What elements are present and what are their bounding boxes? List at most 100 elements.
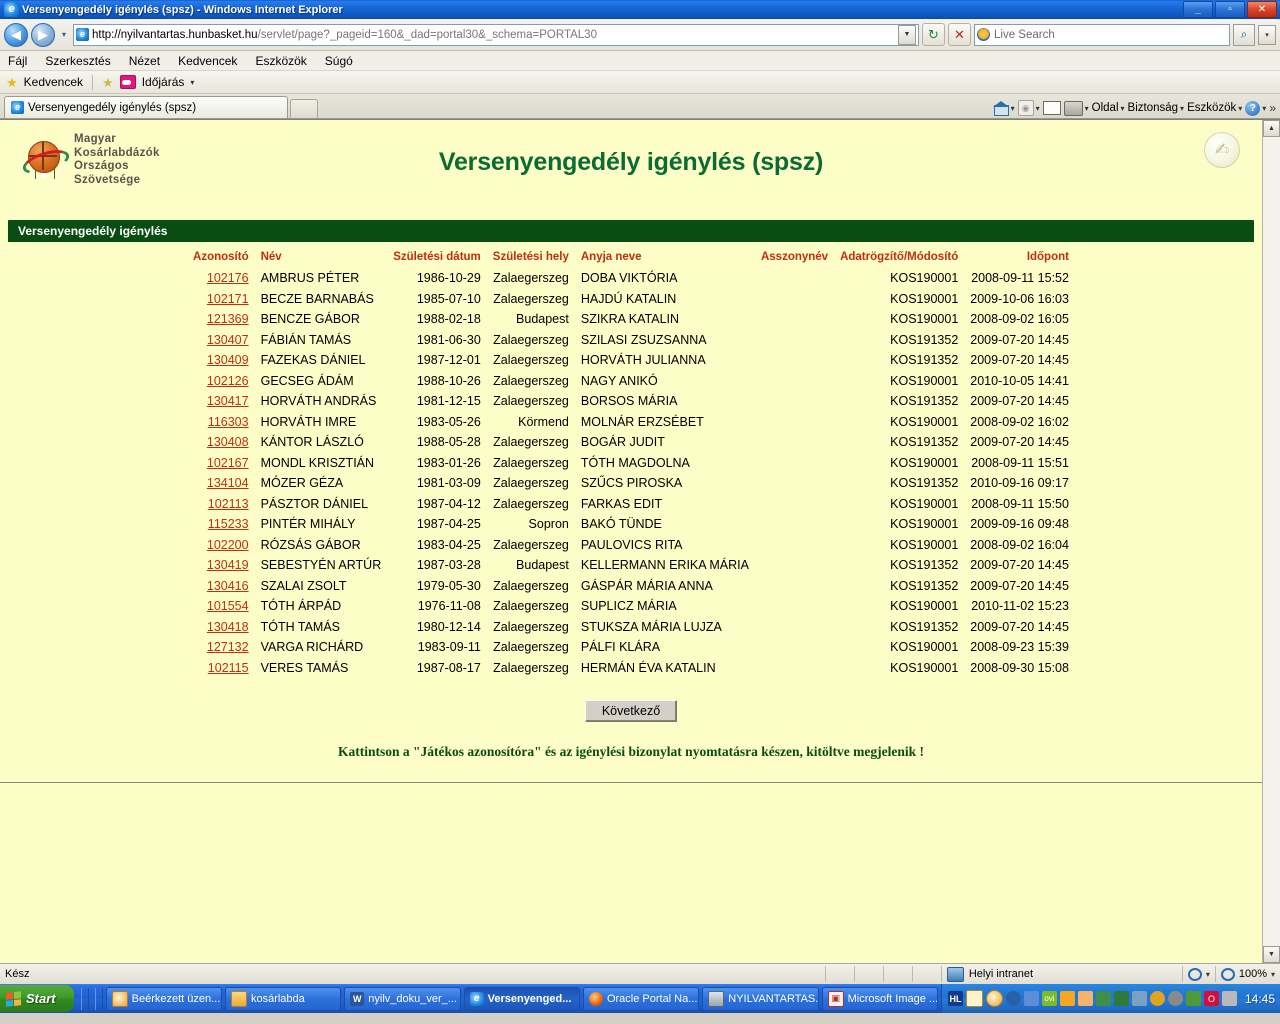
help-menu[interactable]: ? ▾ (1245, 100, 1266, 116)
player-id-anchor[interactable]: 130419 (207, 558, 249, 572)
player-id-anchor[interactable]: 102167 (207, 456, 249, 470)
column-header-idopont[interactable]: Időpont (964, 251, 1075, 268)
opera-icon[interactable]: O (1203, 991, 1219, 1006)
player-id-link[interactable]: 102126 (187, 371, 255, 392)
sync-icon[interactable] (1185, 991, 1201, 1006)
maximize-button[interactable]: ▫ (1215, 1, 1245, 18)
network-disconnected-icon[interactable] (1221, 991, 1237, 1006)
next-button[interactable]: Következő (584, 700, 678, 722)
player-id-link[interactable]: 130409 (187, 350, 255, 371)
player-id-anchor[interactable]: 134104 (207, 476, 249, 490)
column-header-asszonynev[interactable]: Asszonynév (755, 251, 834, 268)
taskbar-item[interactable]: kosárlabda (224, 986, 342, 1011)
search-provider-dropdown-icon[interactable]: ▾ (1258, 24, 1276, 45)
tab-versenyengedely[interactable]: e Versenyengedély igénylés (spsz) (4, 96, 288, 118)
protected-mode-indicator[interactable]: ▾ (1183, 966, 1216, 982)
player-id-anchor[interactable]: 102113 (208, 497, 249, 511)
player-id-anchor[interactable]: 130418 (207, 620, 249, 634)
taskbar-clock[interactable]: 14:45 (1245, 992, 1275, 1006)
home-chevron-down-icon[interactable]: ▾ (1011, 104, 1015, 113)
stop-button[interactable]: ✕ (948, 23, 971, 46)
favorites-button[interactable]: Kedvencek (24, 75, 83, 89)
menu-item-eszkozok[interactable]: Eszközök (255, 54, 306, 68)
player-id-anchor[interactable]: 102115 (208, 661, 249, 675)
player-id-link[interactable]: 130419 (187, 555, 255, 576)
protected-mode-chevron-down-icon[interactable]: ▾ (1206, 970, 1210, 979)
player-id-anchor[interactable]: 116303 (208, 415, 249, 429)
pen-icon[interactable] (1131, 991, 1147, 1006)
back-button[interactable]: ◀ (4, 22, 28, 47)
mail-button[interactable] (1042, 101, 1061, 115)
player-id-link[interactable]: 130416 (187, 576, 255, 597)
player-id-anchor[interactable]: 102126 (207, 374, 249, 388)
player-id-link[interactable]: 130407 (187, 330, 255, 351)
column-header-azonosito[interactable]: Azonosító (187, 251, 255, 268)
player-id-anchor[interactable]: 102171 (207, 292, 249, 306)
player-id-link[interactable]: 130408 (187, 432, 255, 453)
player-id-anchor[interactable]: 130408 (207, 435, 249, 449)
envelope-icon[interactable] (965, 990, 983, 1007)
menu-item-sugo[interactable]: Súgó (325, 54, 353, 68)
player-id-link[interactable]: 121369 (187, 309, 255, 330)
taskbar-item[interactable]: Beérkezett üzen... (105, 986, 222, 1011)
refresh-button[interactable]: ↻ (922, 23, 945, 46)
player-id-link[interactable]: 102171 (187, 289, 255, 310)
player-id-link[interactable]: 115233 (187, 514, 255, 535)
new-tab-button[interactable] (290, 99, 318, 118)
zoom-chevron-down-icon[interactable]: ▾ (1271, 970, 1275, 979)
player-id-link[interactable]: 127132 (187, 637, 255, 658)
messenger-icon[interactable] (985, 990, 1003, 1007)
ovi-icon[interactable]: ovi (1041, 991, 1057, 1006)
search-go-button[interactable]: ⌕ (1233, 23, 1255, 46)
print-chevron-down-icon[interactable]: ▾ (1085, 104, 1089, 113)
shield-tray-icon[interactable] (1095, 991, 1111, 1006)
settings-tray-icon[interactable] (1149, 991, 1165, 1006)
column-header-szuletesi-hely[interactable]: Születési hely (487, 251, 575, 268)
player-id-anchor[interactable]: 102176 (207, 271, 249, 285)
player-id-anchor[interactable]: 127132 (207, 640, 249, 654)
print-button[interactable]: ▾ (1063, 100, 1089, 116)
taskbar-item[interactable]: e Versenyenged... (463, 986, 580, 1011)
player-id-anchor[interactable]: 130409 (207, 353, 249, 367)
security-zone[interactable]: Helyi intranet (942, 966, 1183, 982)
scroll-up-button[interactable]: ▲ (1263, 120, 1280, 137)
player-id-link[interactable]: 102167 (187, 453, 255, 474)
player-id-link[interactable]: 130418 (187, 617, 255, 638)
page-menu[interactable]: Oldal ▾ (1092, 102, 1125, 114)
player-id-anchor[interactable]: 130417 (207, 394, 249, 408)
forward-button[interactable]: ▶ (31, 22, 55, 47)
recent-pages-dropdown-icon[interactable]: ▾ (58, 30, 70, 39)
home-button[interactable]: ▾ (992, 101, 1015, 116)
add-to-favorites-icon[interactable]: ★ (102, 76, 114, 89)
address-dropdown-icon[interactable]: ▼ (898, 24, 916, 45)
column-header-anyja-neve[interactable]: Anyja neve (575, 251, 755, 268)
start-button[interactable]: Start (0, 985, 74, 1012)
safety-menu[interactable]: Biztonság ▾ (1128, 102, 1185, 114)
player-id-anchor[interactable]: 115233 (208, 517, 249, 531)
page-vertical-scrollbar[interactable]: ▲ ▼ (1262, 120, 1280, 963)
command-bar-overflow-button[interactable]: » (1269, 101, 1276, 115)
player-id-link[interactable]: 130417 (187, 391, 255, 412)
player-id-link[interactable]: 134104 (187, 473, 255, 494)
close-button[interactable]: ✕ (1247, 1, 1277, 18)
column-header-nev[interactable]: Név (255, 251, 388, 268)
audio-icon[interactable] (1167, 991, 1183, 1006)
player-id-link[interactable]: 101554 (187, 596, 255, 617)
feeds-chevron-down-icon[interactable]: ▾ (1036, 104, 1040, 113)
taskbar-item[interactable]: ▣ Microsoft Image ... (821, 986, 938, 1011)
player-id-anchor[interactable]: 102200 (207, 538, 249, 552)
scrollbar-track[interactable] (1263, 137, 1280, 946)
tools-menu[interactable]: Eszközök ▾ (1187, 102, 1242, 114)
network-icon[interactable] (1023, 991, 1039, 1006)
player-id-link[interactable]: 102113 (187, 494, 255, 515)
column-header-adatrogzito[interactable]: Adatrögzítő/Módosító (834, 251, 964, 268)
zoom-control[interactable]: 100% ▾ (1216, 966, 1280, 982)
address-bar[interactable]: e http://nyilvantartas.hunbasket.hu/serv… (73, 23, 919, 46)
menu-item-fajl[interactable]: Fájl (8, 54, 27, 68)
player-id-anchor[interactable]: 130407 (207, 333, 249, 347)
player-id-link[interactable]: 102115 (187, 658, 255, 679)
taskbar-item[interactable]: NYILVANTARTAS... (702, 986, 819, 1011)
minimize-button[interactable]: _ (1183, 1, 1213, 18)
menu-item-kedvencek[interactable]: Kedvencek (178, 54, 237, 68)
search-tray-icon[interactable] (1005, 991, 1021, 1006)
